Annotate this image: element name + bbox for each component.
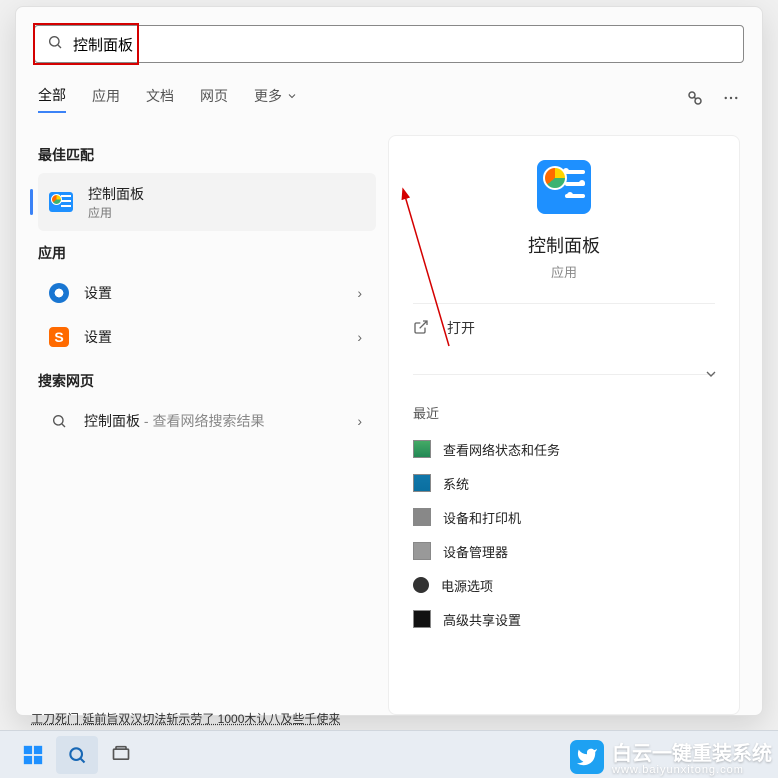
tab-docs[interactable]: 文档 <box>146 86 174 112</box>
recent-header: 最近 <box>413 403 715 422</box>
device-manager-icon <box>413 542 431 560</box>
power-icon <box>413 577 429 593</box>
tab-all[interactable]: 全部 <box>38 85 66 113</box>
recent-item-advanced-sharing[interactable]: 高级共享设置 <box>413 602 715 636</box>
recent-item-device-manager[interactable]: 设备管理器 <box>413 534 715 568</box>
apps-header: 应用 <box>38 243 376 263</box>
preview-header: 控制面板 应用 <box>413 160 715 281</box>
search-window: 全部 应用 文档 网页 更多 最佳匹配 控制面板 应用 应用 <box>15 6 763 716</box>
web-item-main: 控制面板 <box>84 413 140 429</box>
network-icon <box>413 440 431 458</box>
tab-more[interactable]: 更多 <box>254 86 298 112</box>
taskbar-search-button[interactable] <box>56 736 98 774</box>
search-input[interactable] <box>73 36 731 53</box>
open-action[interactable]: 打开 <box>413 304 715 352</box>
system-icon <box>413 474 431 492</box>
control-panel-large-icon <box>537 160 591 214</box>
expand-chevron-icon[interactable] <box>703 366 719 385</box>
control-panel-icon <box>48 189 74 215</box>
results-body: 最佳匹配 控制面板 应用 应用 设置 › S 设置 › 搜索网页 <box>16 127 762 715</box>
recent-list: 查看网络状态和任务 系统 设备和打印机 设备管理器 电源选项 高级共享设置 <box>413 432 715 636</box>
open-label: 打开 <box>447 318 475 338</box>
web-item-label: 控制面板 - 查看网络搜索结果 <box>84 411 264 431</box>
sharing-icon <box>413 610 431 628</box>
recent-label: 设备管理器 <box>443 542 508 561</box>
recent-label: 系统 <box>443 474 469 493</box>
best-match-item[interactable]: 控制面板 应用 <box>38 173 376 231</box>
results-left-column: 最佳匹配 控制面板 应用 应用 设置 › S 设置 › 搜索网页 <box>16 127 376 715</box>
web-search-item[interactable]: 控制面板 - 查看网络搜索结果 › <box>38 399 376 443</box>
chevron-right-icon: › <box>357 329 366 345</box>
recent-item-devices-printers[interactable]: 设备和打印机 <box>413 500 715 534</box>
recent-label: 设备和打印机 <box>443 508 521 527</box>
best-match-subtitle: 应用 <box>88 204 144 221</box>
preview-title: 控制面板 <box>528 232 600 258</box>
best-match-title: 控制面板 <box>88 184 144 204</box>
recent-label: 高级共享设置 <box>443 610 521 629</box>
printer-icon <box>413 508 431 526</box>
app-item-settings-1[interactable]: 设置 › <box>38 271 376 315</box>
recent-item-system[interactable]: 系统 <box>413 466 715 500</box>
task-view-button[interactable] <box>100 736 142 774</box>
chevron-down-icon <box>286 90 298 102</box>
app-item-settings-2[interactable]: S 设置 › <box>38 315 376 359</box>
best-match-header: 最佳匹配 <box>38 145 376 165</box>
best-match-text: 控制面板 应用 <box>88 184 144 221</box>
tab-web[interactable]: 网页 <box>200 86 228 112</box>
chevron-right-icon: › <box>357 413 366 429</box>
recent-label: 电源选项 <box>441 576 493 595</box>
open-external-icon <box>413 319 431 338</box>
background-truncated-text: 工刀死门 延前旨双汉切法斩示劳了 1000木认八及些千使来 <box>31 710 340 727</box>
search-icon <box>48 410 70 432</box>
account-link-icon[interactable] <box>686 89 704 110</box>
recent-label: 查看网络状态和任务 <box>443 440 560 459</box>
search-bar[interactable] <box>34 25 744 63</box>
taskbar <box>0 730 778 778</box>
gear-icon <box>48 282 70 304</box>
web-header: 搜索网页 <box>38 371 376 391</box>
start-button[interactable] <box>12 736 54 774</box>
more-options-icon[interactable] <box>722 89 740 110</box>
app-item-label: 设置 <box>84 327 112 347</box>
search-icon <box>47 34 63 55</box>
preview-panel: 控制面板 应用 打开 最近 查看网络状态和任务 系统 设备和打印机 设备管理器 … <box>388 135 740 715</box>
recent-item-network-status[interactable]: 查看网络状态和任务 <box>413 432 715 466</box>
app-item-label: 设置 <box>84 283 112 303</box>
tab-more-label: 更多 <box>254 86 282 106</box>
chevron-right-icon: › <box>357 285 366 301</box>
sogou-icon: S <box>48 326 70 348</box>
tab-apps[interactable]: 应用 <box>92 86 120 112</box>
web-item-sub: - 查看网络搜索结果 <box>140 413 264 429</box>
preview-subtitle: 应用 <box>551 262 577 281</box>
recent-item-power-options[interactable]: 电源选项 <box>413 568 715 602</box>
filter-tabs: 全部 应用 文档 网页 更多 <box>38 85 740 113</box>
divider <box>413 374 715 375</box>
